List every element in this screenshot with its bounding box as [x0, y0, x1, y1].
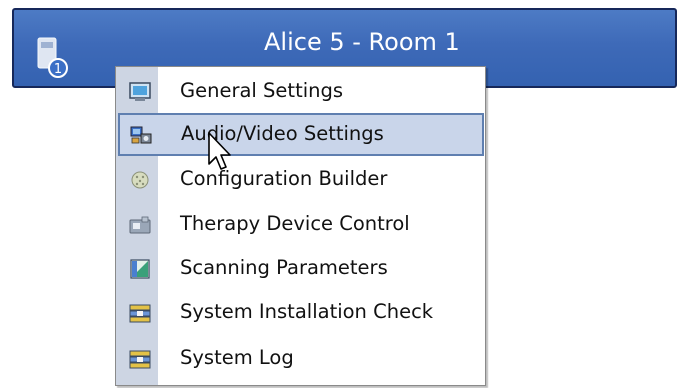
menu-item-system-log[interactable]: System Log	[117, 337, 484, 380]
monitor-icon	[129, 82, 151, 101]
menu-item-label: System Installation Check	[180, 300, 434, 323]
system-icon	[129, 350, 151, 369]
menu-item-general-settings[interactable]: General Settings	[117, 70, 484, 113]
menu-item-therapy-device-control[interactable]: Therapy Device Control	[117, 203, 484, 246]
configuration-builder-icon	[131, 171, 149, 189]
patient-badge-number: 1	[54, 62, 62, 77]
menu-item-scanning-parameters[interactable]: Scanning Parameters	[117, 247, 484, 290]
window-title: Alice 5 - Room 1	[264, 28, 460, 56]
menu-item-label: Scanning Parameters	[180, 256, 388, 279]
audio-video-icon	[130, 126, 152, 144]
menu-item-label: Therapy Device Control	[180, 212, 410, 235]
menu-item-label: General Settings	[180, 79, 344, 102]
menu-item-system-installation-check[interactable]: System Installation Check	[117, 291, 484, 334]
system-icon	[129, 304, 151, 323]
patient-device-icon[interactable]: 1	[34, 32, 80, 78]
scanning-parameters-icon	[130, 259, 150, 279]
screen: 1 Alice 5 - Room 1 General Settings Audi…	[0, 0, 679, 388]
context-menu: General Settings Audio/Video Settings Co…	[115, 66, 486, 386]
menu-item-label: System Log	[180, 346, 294, 369]
therapy-device-icon	[129, 216, 151, 234]
mouse-cursor-icon	[208, 132, 231, 170]
menu-item-audio-video-settings[interactable]: Audio/Video Settings	[118, 113, 484, 156]
menu-item-configuration-builder[interactable]: Configuration Builder	[117, 158, 484, 201]
